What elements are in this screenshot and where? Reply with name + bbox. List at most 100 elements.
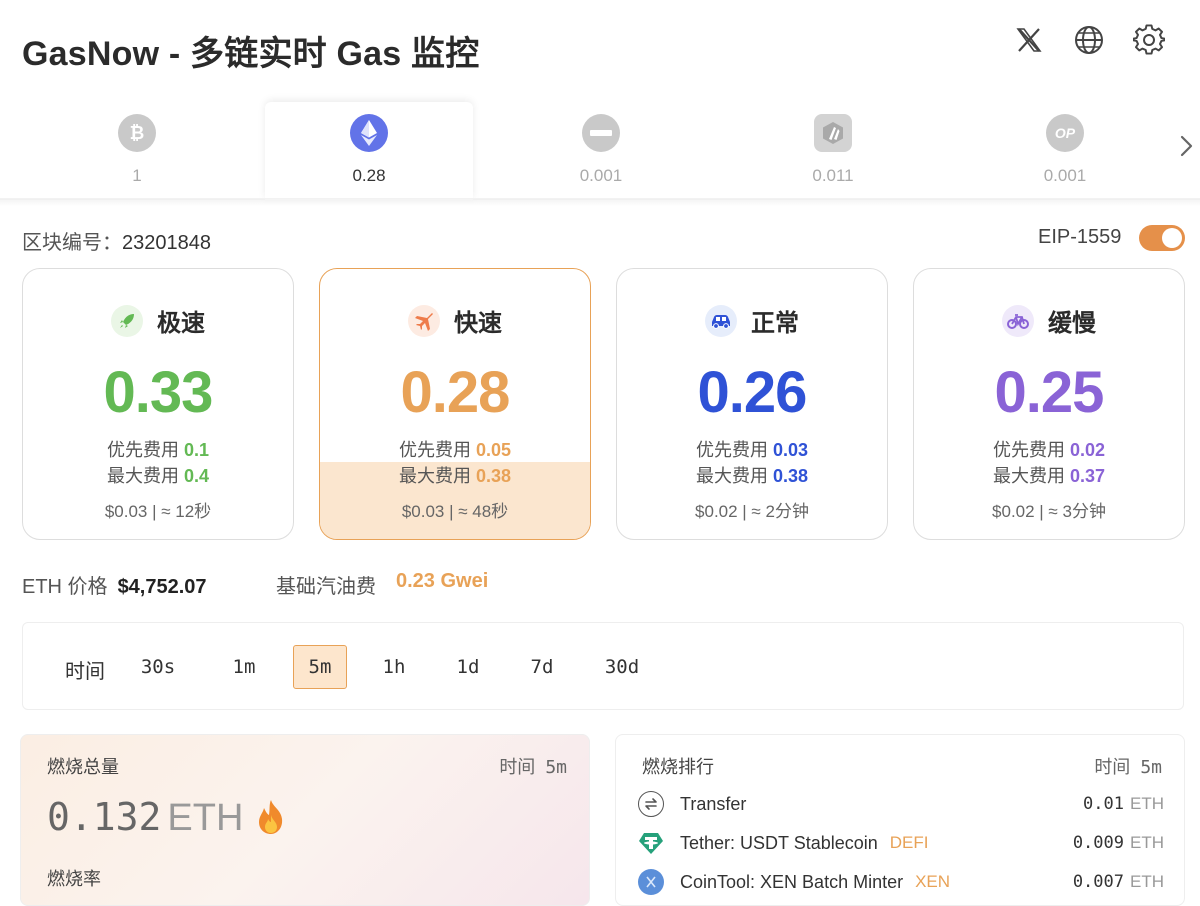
priority-fee-value: 0.05 — [475, 440, 512, 460]
eip-1559-toggle[interactable] — [1139, 225, 1185, 251]
time-option-1d[interactable]: 1d — [441, 645, 495, 689]
eip-1559-label: EIP-1559 — [1038, 226, 1122, 248]
car-icon — [705, 304, 737, 337]
priority-fee-value: 0.1 — [183, 440, 210, 460]
bicycle-icon — [1002, 304, 1034, 337]
transfer-icon — [638, 791, 664, 817]
rank-row[interactable]: Transfer 0.01 ETH — [638, 790, 1164, 818]
rank-value: 0.009 ETH — [1073, 833, 1164, 853]
speed-name: 缓慢 — [1048, 310, 1096, 337]
burn-amount-unit: ETH — [167, 797, 244, 839]
rank-value-number: 0.01 — [1083, 794, 1124, 814]
gear-icon[interactable] — [1131, 22, 1167, 58]
x-twitter-icon[interactable] — [1011, 22, 1047, 58]
panel-time-label: 时间 — [1094, 757, 1131, 777]
cost-time-estimate: $0.03 | ≈ 12秒 — [104, 502, 212, 521]
speed-gas-value: 0.25 — [994, 360, 1105, 425]
rank-value-number: 0.009 — [1072, 833, 1124, 853]
ethereum-icon — [350, 114, 388, 152]
max-fee-label: 最大费用 — [695, 466, 768, 486]
arbitrum-icon — [814, 114, 852, 152]
max-fee-label: 最大费用 — [106, 466, 179, 486]
max-fee-line: 最大费用 0.37 — [914, 462, 1184, 488]
speed-name: 快速 — [454, 310, 502, 337]
rank-name: Transfer — [680, 793, 747, 814]
optimism-logo-text: OP — [1054, 125, 1076, 141]
base-fee-label: 基础汽油费 — [276, 576, 376, 598]
speed-card-fastest[interactable]: 极速 0.33 优先费用 0.1 最大费用 0.4 $0.03 | ≈ 12秒 — [22, 268, 294, 540]
speed-name: 极速 — [157, 310, 205, 337]
max-fee-value: 0.38 — [772, 466, 809, 486]
rocket-icon — [111, 304, 143, 337]
panel-time-value: 5m — [1140, 757, 1162, 778]
priority-fee-line: 优先费用 0.03 — [617, 436, 887, 462]
rank-value-unit: ETH — [1130, 794, 1164, 813]
time-filter-label: 时间 — [65, 661, 105, 683]
rank-value: 0.01 ETH — [1083, 794, 1164, 814]
chain-gas-value: 1 — [132, 166, 142, 185]
rank-name: Tether: USDT Stablecoin — [680, 832, 878, 853]
airplane-icon — [408, 304, 440, 337]
speed-card-slow[interactable]: 缓慢 0.25 优先费用 0.02 最大费用 0.37 $0.02 | ≈ 3分… — [913, 268, 1185, 540]
priority-fee-value: 0.02 — [1069, 440, 1106, 460]
base-fee-value: 0.23 Gwei — [396, 570, 489, 592]
tether-icon — [638, 830, 664, 856]
xen-icon — [638, 869, 664, 895]
time-option-5m[interactable]: 5m — [293, 645, 347, 689]
time-option-7d[interactable]: 7d — [515, 645, 569, 689]
rank-value-number: 0.007 — [1072, 872, 1124, 892]
chain-gas-value: 0.001 — [579, 166, 623, 185]
speed-name: 正常 — [751, 310, 799, 337]
burn-total-time: 时间 5m — [499, 753, 567, 779]
max-fee-value: 0.4 — [183, 466, 210, 486]
chain-tab-minus[interactable]: 0.001 — [497, 102, 705, 200]
toggle-knob — [1162, 228, 1182, 248]
chain-tab-arbitrum[interactable]: 0.011 — [729, 102, 937, 200]
rank-value-unit: ETH — [1130, 872, 1164, 891]
speed-card-normal[interactable]: 正常 0.26 优先费用 0.03 最大费用 0.38 $0.02 | ≈ 2分… — [616, 268, 888, 540]
bitcoin-icon: ₿ — [118, 114, 156, 152]
burn-rank-title: 燃烧排行 — [642, 757, 714, 777]
priority-fee-line: 优先费用 0.02 — [914, 436, 1184, 462]
optimism-icon: OP — [1046, 114, 1084, 152]
rank-tag: DEFI — [889, 833, 929, 852]
page-title: GasNow - 多链实时 Gas 监控 — [22, 35, 480, 73]
chain-tab-bitcoin[interactable]: ₿ 1 — [33, 102, 241, 200]
block-number: 区块编号：23201848 — [22, 226, 211, 255]
max-fee-value: 0.37 — [1069, 466, 1106, 486]
block-number-value: 23201848 — [122, 232, 211, 254]
cost-time-estimate: $0.02 | ≈ 3分钟 — [992, 502, 1106, 521]
time-option-30d[interactable]: 30d — [595, 645, 649, 689]
rank-row[interactable]: CoinTool: XEN Batch Minter XEN 0.007 ETH — [638, 868, 1164, 896]
time-option-1h[interactable]: 1h — [367, 645, 421, 689]
max-fee-line: 最大费用 0.4 — [23, 462, 293, 488]
fire-icon — [251, 797, 291, 837]
time-option-30s[interactable]: 30s — [131, 645, 185, 689]
rank-value-unit: ETH — [1130, 833, 1164, 852]
chain-tab-ethereum[interactable]: 0.28 — [265, 102, 473, 200]
priority-fee-line: 优先费用 0.1 — [23, 436, 293, 462]
priority-fee-line: 优先费用 0.05 — [320, 436, 590, 462]
burn-rate-label: 燃烧率 — [47, 869, 101, 889]
chain-minus-icon — [582, 114, 620, 152]
priority-fee-label: 优先费用 — [398, 440, 471, 460]
svg-text:₿: ₿ — [130, 123, 145, 144]
chevron-right-icon[interactable] — [1176, 134, 1196, 158]
burn-total-panel: 燃烧总量 时间 5m 0.132 ETH 燃烧率 — [20, 734, 590, 906]
chain-tab-optimism[interactable]: OP 0.001 — [961, 102, 1169, 200]
burn-amount: 0.132 ETH — [47, 795, 243, 840]
rank-row[interactable]: Tether: USDT Stablecoin DEFI 0.009 ETH — [638, 829, 1164, 857]
panel-time-label: 时间 — [499, 757, 536, 777]
chain-gas-value: 0.001 — [1043, 166, 1087, 185]
speed-card-fast[interactable]: 快速 0.28 优先费用 0.05 最大费用 0.38 $0.03 | ≈ 48… — [319, 268, 591, 540]
globe-icon[interactable] — [1071, 22, 1107, 58]
chain-gas-value: 0.28 — [352, 166, 386, 185]
speed-gas-value: 0.28 — [400, 360, 511, 425]
speed-gas-value: 0.26 — [697, 360, 808, 425]
burn-rank-panel: 燃烧排行 时间 5m Transfer 0.01 ETH Tether: USDT … — [615, 734, 1185, 906]
chain-gas-value: 0.011 — [812, 166, 854, 185]
time-option-1m[interactable]: 1m — [217, 645, 271, 689]
priority-fee-value: 0.03 — [772, 440, 809, 460]
header: GasNow - 多链实时 Gas 监控 — [0, 0, 1200, 96]
panel-time-value: 5m — [545, 757, 567, 778]
